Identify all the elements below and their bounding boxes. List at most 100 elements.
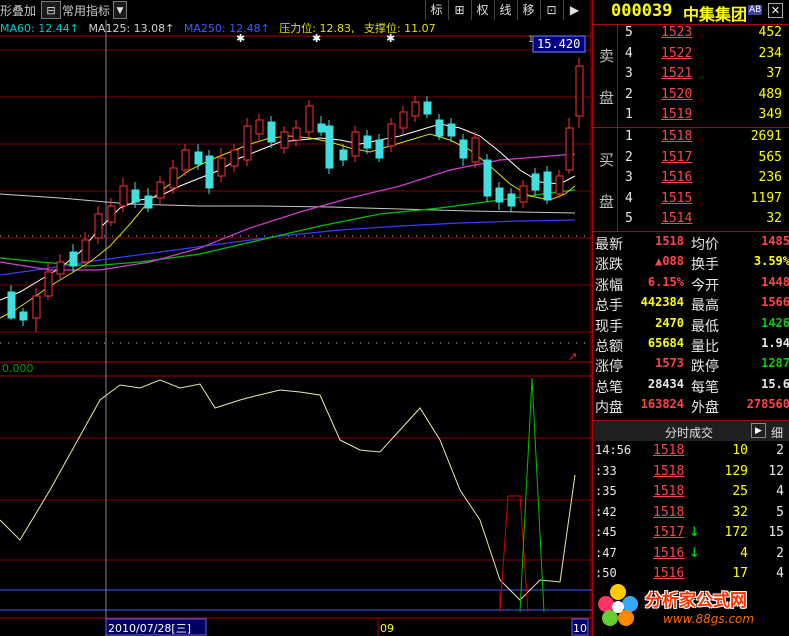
ab-badge[interactable]: AB	[748, 5, 763, 15]
stat-label: 最低	[691, 318, 719, 335]
buy-order-row[interactable]: 3 1516 236	[593, 168, 789, 188]
end-label: 10	[573, 622, 587, 635]
candle	[94, 213, 103, 239]
kline-chart[interactable]: ✱ ✱ ✱ 1 15.420 ↗ 0.000 2010/07/28[三] 09 …	[0, 0, 592, 636]
stat-row: 总额 65684 量比 1.94	[593, 334, 789, 355]
order-volume: 32	[766, 211, 782, 227]
sell-label-1: 卖	[599, 47, 615, 65]
candle	[119, 185, 128, 207]
sell-order-row[interactable]: 2 1520 489	[593, 85, 789, 105]
candle	[339, 149, 348, 161]
order-level: 4	[625, 45, 633, 61]
ticks-header: 分时成交 ▶ 细	[593, 421, 789, 441]
sell-order-row[interactable]: 3 1521 37	[593, 64, 789, 84]
tick-row[interactable]: :42 1518 32 5	[593, 503, 789, 523]
tick-volume: 172	[724, 525, 748, 540]
tick-row[interactable]: :47 1516 ↓ 4 2	[593, 544, 789, 564]
candle	[387, 123, 396, 147]
tick-row[interactable]: 14:56 1518 10 2	[593, 441, 789, 461]
stock-name: 中集集团	[683, 5, 748, 24]
stat-row: 总笔 28434 每笔 15.6	[593, 375, 789, 396]
stock-title: 000039 中集集团 AB ✕	[593, 0, 789, 24]
stat-value: 6.15%	[647, 274, 684, 289]
candle	[7, 291, 16, 319]
tick-row[interactable]: :45 1517 ↓ 172 15	[593, 523, 789, 543]
stat-value: 1448	[761, 274, 789, 289]
order-level: 2	[625, 149, 633, 165]
candle	[267, 121, 276, 143]
tick-count: 2	[776, 545, 784, 561]
tick-volume: 10	[732, 443, 748, 458]
order-price: 1523	[661, 25, 693, 40]
buy-label-1: 买	[599, 151, 615, 169]
watermark: 分析家公式网 www.88gs.com	[593, 578, 789, 636]
order-volume: 452	[758, 25, 782, 40]
order-volume: 349	[758, 107, 782, 123]
stat-value: 163824	[640, 397, 684, 412]
buy-label-2: 盘	[599, 193, 615, 211]
stat-row: 涨幅 6.15% 今开 1448	[593, 273, 789, 294]
event-marker[interactable]: ✱	[236, 32, 245, 45]
buy-order-row[interactable]: 1 1518 2691	[593, 127, 789, 147]
flower-logo-icon	[598, 584, 638, 626]
buy-order-row[interactable]: 2 1517 565	[593, 148, 789, 168]
candle	[230, 149, 239, 167]
order-price: 1517	[661, 149, 693, 165]
candle	[325, 125, 334, 169]
tick-volume: 4	[740, 545, 748, 561]
stat-label: 总额	[595, 339, 623, 355]
order-price: 1519	[661, 107, 693, 123]
play-icon[interactable]: ▶	[751, 423, 766, 438]
stat-label: 总笔	[595, 379, 623, 396]
close-icon[interactable]: ✕	[768, 3, 783, 18]
stat-label: 涨幅	[595, 277, 623, 294]
order-volume: 234	[758, 45, 782, 61]
stat-label: 涨停	[595, 359, 623, 376]
buy-order-row[interactable]: 5 1514 32	[593, 209, 789, 229]
tick-row[interactable]: :33 1518 129 12	[593, 462, 789, 482]
sell-order-row[interactable]: 1 1519 349	[593, 105, 789, 125]
detail-button[interactable]: 细	[771, 424, 783, 441]
sell-order-row[interactable]: 5 1523 452	[593, 23, 789, 43]
buy-order-row[interactable]: 4 1515 1197	[593, 189, 789, 209]
tick-row[interactable]: :35 1518 25 4	[593, 482, 789, 502]
tick-arrow-icon: ↓	[689, 545, 700, 561]
tick-time: :47	[595, 545, 617, 560]
tick-arrow-icon: ↓	[689, 525, 700, 540]
candle	[181, 149, 190, 171]
event-marker[interactable]: ✱	[386, 32, 395, 45]
order-price: 1515	[661, 190, 693, 206]
sell-order-row[interactable]: 4 1522 234	[593, 44, 789, 64]
watermark-url: www.88gs.com	[663, 612, 755, 626]
tick-count: 12	[768, 463, 784, 479]
order-price: 1516	[661, 170, 693, 186]
tick-count: 4	[776, 484, 784, 499]
candle	[351, 131, 360, 157]
stat-value: 442384	[640, 295, 684, 310]
candle	[107, 205, 116, 223]
stat-value: 15.6	[761, 376, 789, 391]
candle	[194, 151, 203, 165]
candle	[411, 101, 420, 117]
candle	[543, 171, 552, 201]
candle	[483, 159, 492, 197]
order-volume: 37	[766, 66, 782, 82]
stat-value: 278560	[746, 397, 789, 412]
stat-row: 涨跌 ▲088 换手 3.59%	[593, 252, 789, 274]
candle	[131, 189, 140, 203]
ticks-title[interactable]: 分时成交	[665, 424, 713, 441]
tick-time: :35	[595, 484, 617, 498]
stat-label: 最新	[595, 237, 623, 253]
stat-label: 涨跌	[595, 257, 623, 274]
candle	[255, 119, 264, 135]
stat-value: 28434	[647, 376, 684, 391]
candle	[144, 195, 153, 209]
price-tag: 15.420	[537, 37, 580, 51]
tick-time: :33	[595, 463, 617, 478]
tick-price: 1518	[653, 463, 685, 479]
event-marker[interactable]: ✱	[312, 32, 321, 45]
candle-group	[7, 58, 584, 332]
candle	[399, 111, 408, 129]
candle	[423, 101, 432, 115]
candle	[292, 127, 301, 141]
